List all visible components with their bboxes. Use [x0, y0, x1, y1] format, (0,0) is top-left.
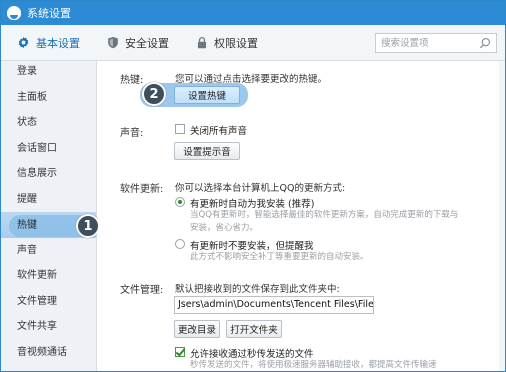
files-section-label: 文件管理: — [120, 285, 164, 296]
sidebar-item-info-display[interactable]: 信息展示 — [1, 161, 96, 187]
tab-security-settings[interactable]: 安全设置 — [96, 25, 179, 61]
gear-icon — [17, 36, 30, 49]
content-scrollbar[interactable] — [499, 61, 505, 371]
sidebar-item-sound[interactable]: 声音 — [1, 238, 96, 264]
tab-label: 安全设置 — [125, 36, 169, 50]
allow-fast-transfer-checkbox[interactable] — [175, 347, 185, 357]
sidebar-item-main-panel[interactable]: 主面板 — [1, 85, 96, 111]
update-section-label: 软件更新: — [120, 184, 164, 195]
open-folder-button[interactable]: 打开文件夹 — [226, 320, 282, 338]
settings-search-box[interactable] — [375, 33, 497, 53]
tab-label: 权限设置 — [214, 36, 258, 50]
mute-all-label: 关闭所有声音 — [190, 126, 248, 137]
notify-only-radio[interactable] — [175, 239, 185, 249]
top-tab-bar: 基本设置 安全设置 权限设置 — [1, 25, 505, 61]
sidebar-item-av-call[interactable]: 音视频通话 — [1, 340, 96, 366]
step-badge-1: 1 — [76, 214, 100, 238]
sidebar-item-software-update[interactable]: 软件更新 — [1, 263, 96, 289]
sidebar-item-chat-window[interactable]: 会话窗口 — [1, 136, 96, 162]
auto-install-label: 有更新时自动为我安装 (推荐) — [190, 199, 315, 210]
sound-section-label: 声音: — [120, 128, 144, 139]
search-input[interactable] — [376, 34, 476, 52]
tab-permission-settings[interactable]: 权限设置 — [185, 25, 268, 61]
sidebar-item-file-sharing[interactable]: 文件共享 — [1, 314, 96, 340]
change-directory-button[interactable]: 更改目录 — [174, 320, 220, 338]
allow-fast-transfer-label: 允许接收通过秒传发送的文件 — [190, 349, 314, 360]
sidebar-item-reminder[interactable]: 提醒 — [1, 187, 96, 213]
lock-icon — [195, 36, 208, 49]
set-notification-sound-button[interactable]: 设置提示音 — [174, 142, 240, 160]
window-title: 系统设置 — [27, 7, 71, 20]
title-bar: 系统设置 — [1, 1, 505, 25]
shield-icon — [106, 36, 119, 49]
allow-fast-transfer-sub: 秒传发送的文件，将使用极速服务器辅助接收，都提高文件传输速 — [190, 360, 437, 370]
notify-only-label: 有更新时不要安装，但提醒我 — [190, 241, 314, 252]
search-icon[interactable] — [476, 34, 494, 52]
set-hotkey-button[interactable]: 设置热键 — [174, 86, 240, 104]
sidebar-item-hotkey-overlay-label: 热键 — [17, 220, 37, 231]
tab-basic-settings[interactable]: 基本设置 — [7, 25, 90, 61]
settings-window: 系统设置 基本设置 安全设置 权限设置 登录 — [0, 0, 506, 372]
hotkey-section-label: 热键: — [120, 75, 144, 86]
receive-folder-path-field[interactable]: Jsers\admin\Documents\Tencent Files\File… — [174, 296, 374, 314]
qq-penguin-icon — [7, 6, 21, 20]
auto-install-radio[interactable] — [175, 197, 185, 207]
tab-label: 基本设置 — [36, 36, 80, 50]
step-badge-2: 2 — [142, 82, 166, 106]
sidebar-item-file-management[interactable]: 文件管理 — [1, 289, 96, 315]
mute-all-checkbox[interactable] — [175, 124, 185, 134]
sidebar-item-status[interactable]: 状态 — [1, 110, 96, 136]
files-description: 默认把接收到的文件保存到此文件夹中: — [175, 284, 340, 295]
settings-content: 热键: 您可以通过点击选择要更改的热键。 设置热键 2 声音: 关闭所有声音 设… — [98, 61, 505, 371]
auto-install-sub: 当QQ有更新时，智能选择最佳的软件更新方案，自动完成更新的下载与安装，省心省力。 — [190, 210, 459, 233]
update-description: 你可以选择本台计算机上QQ的更新方式: — [175, 183, 346, 194]
sidebar-item-login[interactable]: 登录 — [1, 59, 96, 85]
notify-only-sub: 此方式不影响安全补丁等重要更新的自动安装。 — [190, 252, 369, 262]
